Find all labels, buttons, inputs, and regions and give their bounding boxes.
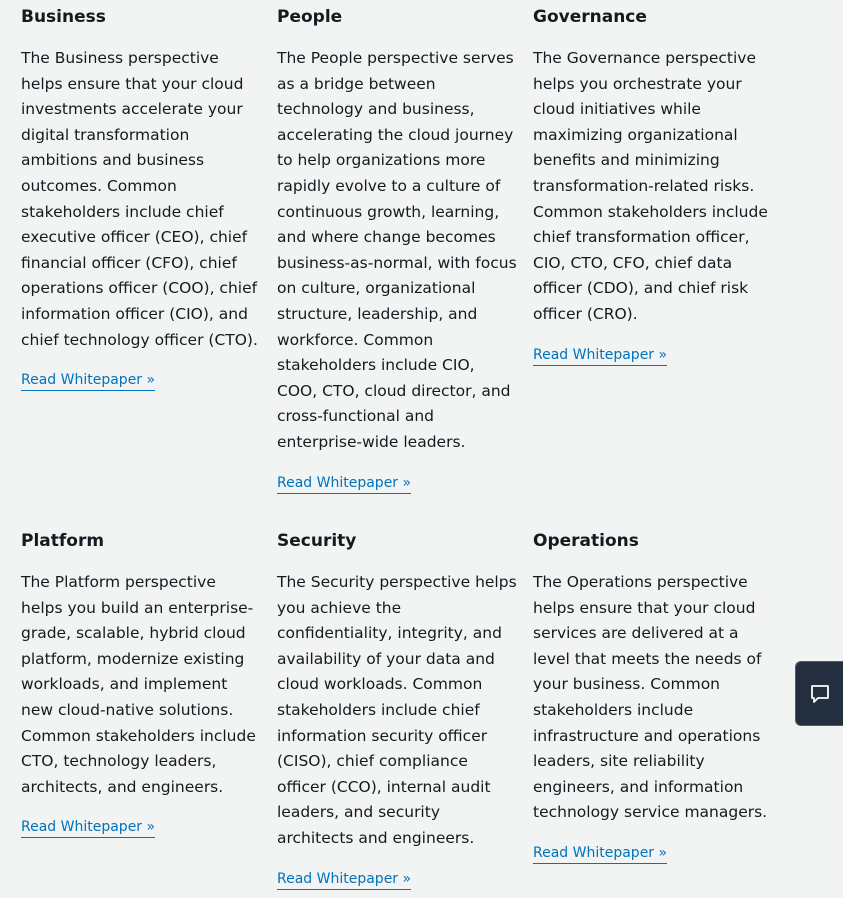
perspective-description: The Governance perspective helps you orc… xyxy=(533,49,768,323)
chat-widget-button[interactable] xyxy=(795,661,843,726)
chat-bubble-icon xyxy=(810,684,829,703)
perspective-title: Business xyxy=(21,7,106,27)
perspective-card-business: Business The Business perspective helps … xyxy=(21,5,277,494)
perspective-title: Governance xyxy=(533,7,647,27)
perspective-description: The People perspective serves as a bridg… xyxy=(277,49,517,451)
perspective-card-governance: Governance The Governance perspective he… xyxy=(533,5,789,494)
perspective-description: The Security perspective helps you achie… xyxy=(277,573,517,847)
read-whitepaper-link-operations[interactable]: Read Whitepaper » xyxy=(533,844,668,864)
perspective-title: People xyxy=(277,7,343,27)
perspective-description: The Platform perspective helps you build… xyxy=(21,573,256,796)
perspectives-row-1: Business The Business perspective helps … xyxy=(21,5,789,494)
perspective-title: Platform xyxy=(21,531,105,551)
read-whitepaper-link-governance[interactable]: Read Whitepaper » xyxy=(533,346,668,366)
perspective-card-platform: Platform The Platform perspective helps … xyxy=(21,529,277,890)
perspective-card-security: Security The Security perspective helps … xyxy=(277,529,533,890)
perspective-title: Operations xyxy=(533,531,639,551)
perspective-card-people: People The People perspective serves as … xyxy=(277,5,533,494)
read-whitepaper-link-business[interactable]: Read Whitepaper » xyxy=(21,371,156,392)
perspective-description: The Operations perspective helps ensure … xyxy=(533,573,768,822)
read-whitepaper-link-security[interactable]: Read Whitepaper » xyxy=(277,870,412,890)
perspective-description: The Business perspective helps ensure th… xyxy=(21,49,258,349)
read-whitepaper-link-people[interactable]: Read Whitepaper » xyxy=(277,474,412,494)
perspective-card-operations: Operations The Operations perspective he… xyxy=(533,529,789,890)
perspective-title: Security xyxy=(277,531,357,551)
perspectives-row-2: Platform The Platform perspective helps … xyxy=(21,529,789,890)
read-whitepaper-link-platform[interactable]: Read Whitepaper » xyxy=(21,818,156,839)
